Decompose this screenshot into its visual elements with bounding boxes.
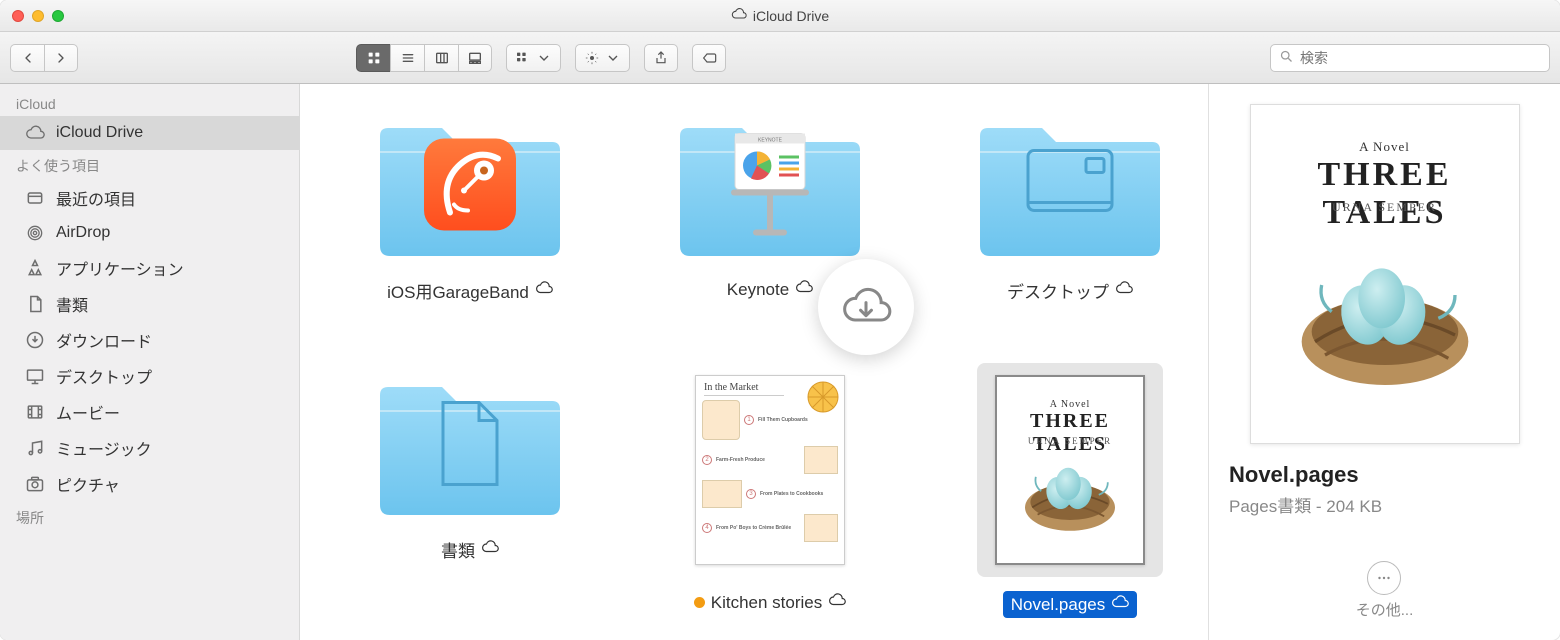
- view-icon-button[interactable]: [356, 44, 390, 72]
- cloud-status-icon: [795, 278, 813, 301]
- sidebar-item-label: iCloud Drive: [56, 124, 143, 142]
- close-window-button[interactable]: [12, 10, 24, 22]
- sidebar-item-downloads[interactable]: ダウンロード: [0, 322, 299, 358]
- search-field[interactable]: [1270, 44, 1550, 72]
- document-thumbnail: A Novel THREE TALES URNA SEMPER: [995, 375, 1145, 565]
- music-icon: [24, 437, 46, 459]
- cloud-status-icon: [1115, 279, 1133, 302]
- folder-item-documents[interactable]: 書類: [340, 363, 600, 618]
- item-label: iOS用GarageBand: [387, 278, 553, 303]
- svg-text:KEYNOTE: KEYNOTE: [758, 138, 783, 144]
- titlebar: iCloud Drive: [0, 0, 1560, 32]
- preview-thumbnail: A Novel THREE TALES URNA SEMPER: [1250, 104, 1520, 444]
- sidebar-item-label: アプリケーション: [56, 256, 184, 280]
- item-label: 書類: [441, 537, 499, 562]
- folder-icon: [970, 104, 1170, 264]
- cloud-status-icon: [1111, 593, 1129, 616]
- desktop-icon: [24, 365, 46, 387]
- preview-more-button[interactable]: その他...: [1356, 561, 1414, 620]
- tags-button[interactable]: [692, 44, 726, 72]
- window-title-text: iCloud Drive: [753, 8, 829, 24]
- sidebar-item-recents[interactable]: 最近の項目: [0, 180, 299, 216]
- sidebar-item-documents[interactable]: 書類: [0, 286, 299, 322]
- apps-icon: [24, 257, 46, 279]
- cloud-download-badge[interactable]: [818, 259, 914, 355]
- item-label: Novel.pages: [1003, 591, 1138, 618]
- toolbar: [0, 32, 1560, 84]
- cloud-icon: [24, 122, 46, 144]
- cloud-status-icon: [535, 279, 553, 302]
- ellipsis-icon: [1367, 561, 1401, 595]
- nav-back-button[interactable]: [10, 44, 44, 72]
- item-label: Kitchen stories: [694, 591, 847, 614]
- folder-icon: [370, 104, 570, 264]
- sidebar-item-label: 最近の項目: [56, 186, 136, 210]
- movies-icon: [24, 401, 46, 423]
- sidebar-item-label: ピクチャ: [56, 472, 120, 496]
- item-label: Keynote: [727, 278, 813, 301]
- sidebar-item-label: 書類: [56, 292, 88, 316]
- sidebar-item-movies[interactable]: ムービー: [0, 394, 299, 430]
- sidebar-item-label: ムービー: [56, 400, 120, 424]
- sidebar: iCloud iCloud Drive よく使う項目 最近の項目 AirDrop…: [0, 84, 300, 640]
- sidebar-item-airdrop[interactable]: AirDrop: [0, 216, 299, 250]
- action-button[interactable]: [575, 44, 630, 72]
- sidebar-item-label: デスクトップ: [56, 364, 152, 388]
- view-column-button[interactable]: [424, 44, 458, 72]
- downloads-icon: [24, 329, 46, 351]
- preview-filename: Novel.pages: [1229, 462, 1540, 488]
- folder-item-desktop[interactable]: デスクトップ: [940, 104, 1200, 303]
- search-icon: [1279, 49, 1294, 67]
- nav-forward-button[interactable]: [44, 44, 78, 72]
- file-item-kitchen-stories[interactable]: In the Market 1Fill Them Cupboards 2Farm…: [640, 363, 900, 618]
- window-title: iCloud Drive: [731, 6, 829, 25]
- cloud-status-icon: [828, 591, 846, 614]
- folder-icon: [370, 363, 570, 523]
- file-item-novel-pages[interactable]: A Novel THREE TALES URNA SEMPER Novel.pa…: [940, 363, 1200, 618]
- recents-icon: [24, 187, 46, 209]
- sidebar-section-favorites: よく使う項目: [0, 150, 299, 180]
- pictures-icon: [24, 473, 46, 495]
- sidebar-item-label: ミュージック: [56, 436, 152, 460]
- item-label: デスクトップ: [1007, 278, 1133, 303]
- cloud-status-icon: [481, 538, 499, 561]
- minimize-window-button[interactable]: [32, 10, 44, 22]
- documents-icon: [24, 293, 46, 315]
- view-gallery-button[interactable]: [458, 44, 492, 72]
- sidebar-item-label: AirDrop: [56, 224, 110, 242]
- sidebar-item-applications[interactable]: アプリケーション: [0, 250, 299, 286]
- cloud-icon: [731, 6, 747, 25]
- tag-dot-orange: [694, 597, 705, 608]
- preview-more-label: その他...: [1356, 599, 1414, 620]
- sidebar-item-music[interactable]: ミュージック: [0, 430, 299, 466]
- sidebar-item-icloud-drive[interactable]: iCloud Drive: [0, 116, 299, 150]
- sidebar-item-desktop[interactable]: デスクトップ: [0, 358, 299, 394]
- folder-item-garageband[interactable]: iOS用GarageBand: [340, 104, 600, 303]
- group-button[interactable]: [506, 44, 561, 72]
- search-input[interactable]: [1300, 50, 1541, 66]
- document-thumbnail: In the Market 1Fill Them Cupboards 2Farm…: [695, 375, 845, 565]
- preview-pane: A Novel THREE TALES URNA SEMPER Novel.pa…: [1208, 84, 1560, 640]
- zoom-window-button[interactable]: [52, 10, 64, 22]
- view-list-button[interactable]: [390, 44, 424, 72]
- folder-icon: KEYNOTE: [670, 104, 870, 264]
- sidebar-item-label: ダウンロード: [56, 328, 152, 352]
- sidebar-section-locations: 場所: [0, 502, 299, 532]
- file-grid[interactable]: iOS用GarageBand KEYNOTE Keynote: [300, 84, 1208, 640]
- sidebar-item-pictures[interactable]: ピクチャ: [0, 466, 299, 502]
- sidebar-section-icloud: iCloud: [0, 90, 299, 116]
- share-button[interactable]: [644, 44, 678, 72]
- airdrop-icon: [24, 222, 46, 244]
- preview-meta: Pages書類 - 204 KB: [1229, 492, 1540, 517]
